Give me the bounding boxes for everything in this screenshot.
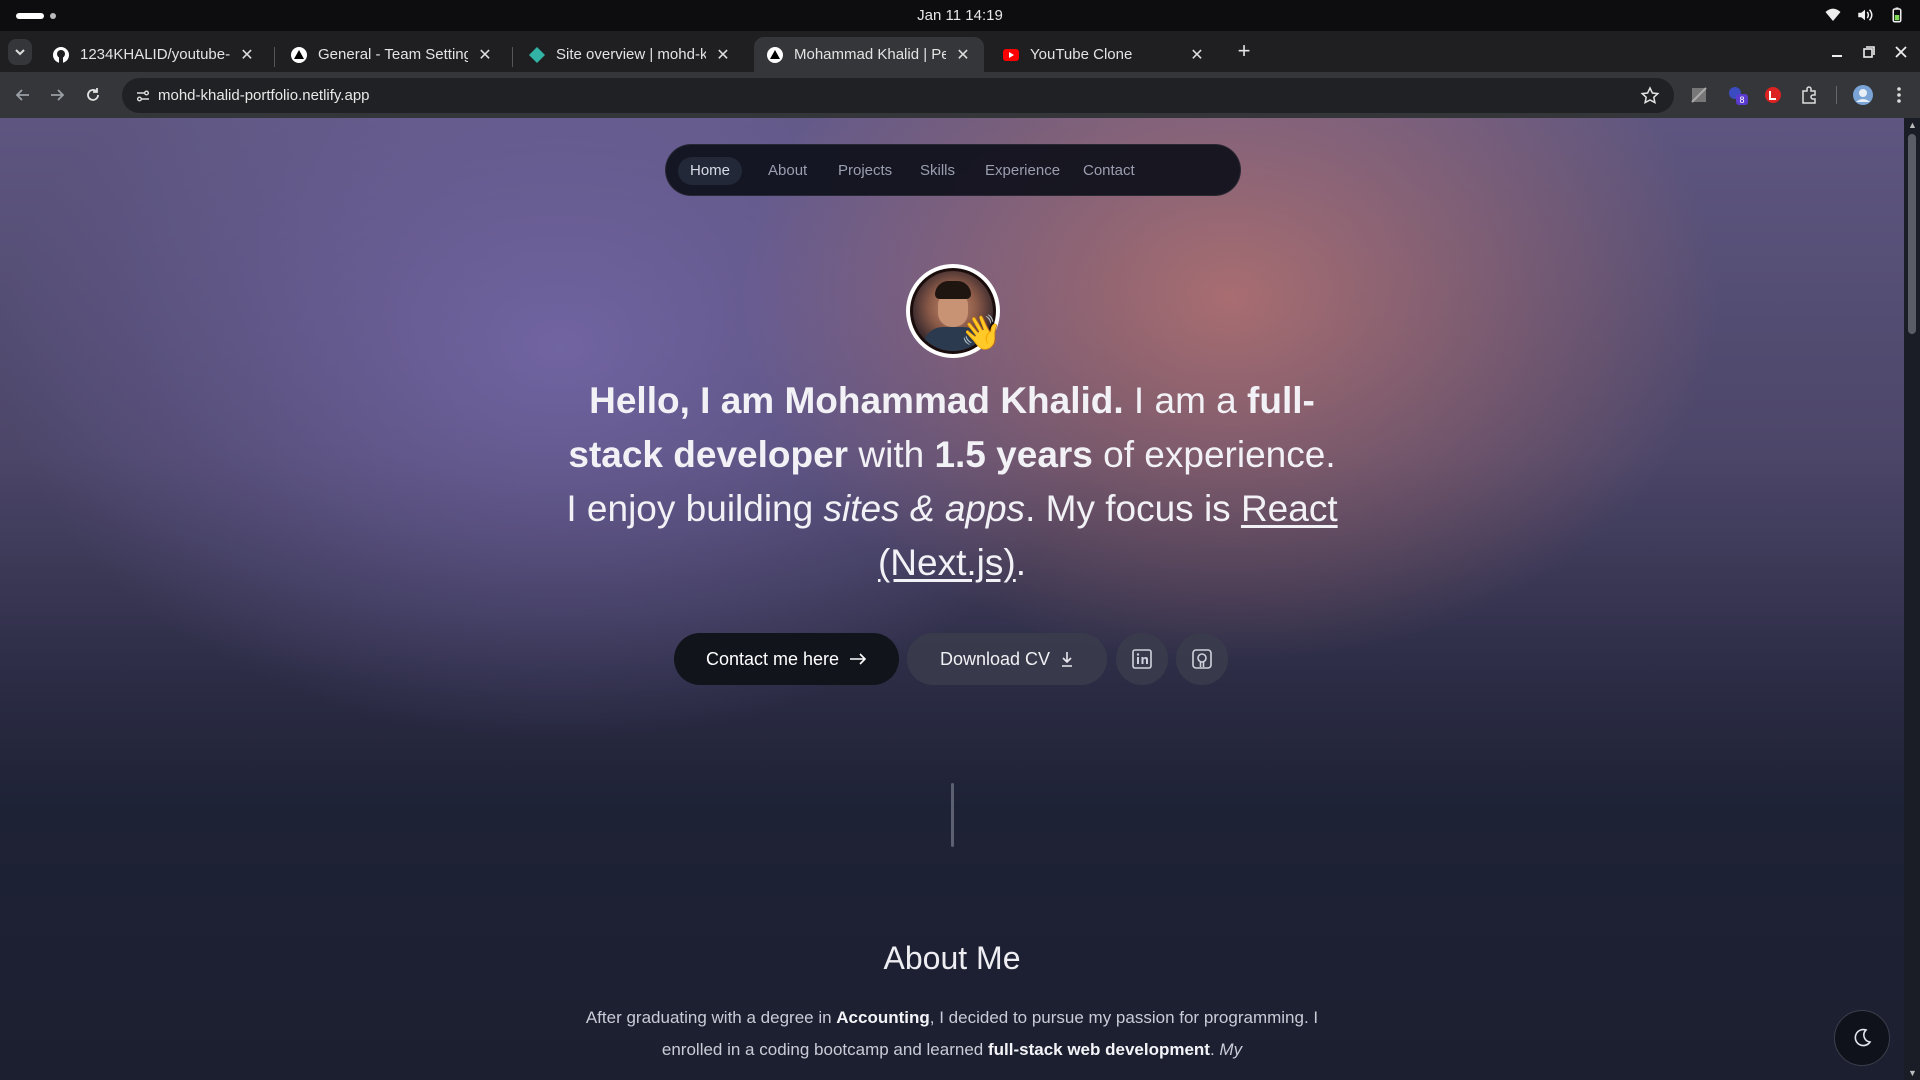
arrow-right-icon <box>850 653 867 665</box>
github-button[interactable] <box>1176 633 1228 685</box>
scroll-down-icon[interactable]: ▼ <box>1908 1068 1917 1078</box>
url-text[interactable]: mohd-khalid-portfolio.netlify.app <box>158 87 370 104</box>
section-divider-line <box>951 783 954 847</box>
minimize-icon[interactable] <box>1826 41 1848 63</box>
download-cv-button[interactable]: Download CV <box>907 633 1107 685</box>
about-text: After graduating with a degree in <box>585 1008 837 1027</box>
about-text-italic: My <box>1219 1040 1243 1059</box>
browser-toolbar: mohd-khalid-portfolio.netlify.app 8 <box>0 72 1920 118</box>
tab-portfolio[interactable]: Mohammad Khalid | Pers ✕ <box>754 37 984 72</box>
about-fullstack: full-stack web development <box>987 1040 1210 1059</box>
github-square-icon <box>1192 649 1212 669</box>
extension-red-icon[interactable] <box>1762 84 1784 106</box>
extensions-puzzle-icon[interactable] <box>1798 84 1820 106</box>
about-paragraph: After graduating with a degree in Accoun… <box>580 1002 1324 1066</box>
forward-icon[interactable] <box>46 84 68 106</box>
about-accounting: Accounting <box>836 1008 930 1027</box>
toolbar-divider <box>1836 86 1837 104</box>
tab-title: 1234KHALID/youtube-cl <box>80 46 230 63</box>
bookmark-star-icon[interactable] <box>1640 86 1660 106</box>
headline-sites-apps: sites & apps <box>823 488 1026 529</box>
headline-text: with <box>848 434 935 475</box>
headline-text: . <box>1015 542 1026 583</box>
linkedin-button[interactable] <box>1116 633 1168 685</box>
about-heading: About Me <box>883 940 1021 976</box>
system-tray[interactable] <box>1824 6 1906 24</box>
scrollbar-thumb[interactable] <box>1908 134 1916 334</box>
nav-projects[interactable]: Projects <box>826 157 904 185</box>
tab-divider <box>274 47 275 67</box>
nav-contact[interactable]: Contact <box>1071 157 1147 185</box>
nav-skills[interactable]: Skills <box>908 157 967 185</box>
tab-title: YouTube Clone <box>1030 46 1133 63</box>
tab-strip: 1234KHALID/youtube-cl ✕ General - Team S… <box>0 31 1920 72</box>
headline-text: . My focus is <box>1025 488 1241 529</box>
vercel-icon <box>290 46 308 64</box>
github-icon <box>52 46 70 64</box>
close-tab-icon[interactable]: ✕ <box>476 46 494 64</box>
download-cv-label: Download CV <box>939 648 1051 669</box>
contact-me-button[interactable]: Contact me here <box>674 633 899 685</box>
tab-search-button[interactable] <box>8 39 32 65</box>
scroll-up-icon[interactable]: ▲ <box>1908 120 1917 130</box>
tab-youtube-clone[interactable]: YouTube Clone ✕ <box>990 37 1218 72</box>
tab-vercel-settings[interactable]: General - Team Settings ✕ <box>278 37 506 72</box>
extension-square-icon[interactable] <box>1688 84 1710 106</box>
back-icon[interactable] <box>12 84 34 106</box>
youtube-icon <box>1002 46 1020 64</box>
nav-home[interactable]: Home <box>678 157 743 185</box>
restore-icon[interactable] <box>1858 41 1880 63</box>
tab-title: General - Team Settings <box>318 46 468 63</box>
browser-menu-icon[interactable] <box>1888 84 1910 106</box>
tab-title: Mohammad Khalid | Pers <box>794 46 946 63</box>
portfolio-page: Home About Projects Skills Experience Co… <box>0 118 1904 1080</box>
vercel-icon <box>766 46 784 64</box>
tab-title: Site overview | mohd-kha <box>556 46 706 63</box>
about-text: . <box>1209 1040 1220 1059</box>
profile-avatar-icon[interactable] <box>1852 84 1874 106</box>
headline-name: Hello, I am Mohammad Khalid. <box>589 380 1124 421</box>
wifi-icon <box>1825 8 1841 21</box>
contact-me-label: Contact me here <box>705 648 840 669</box>
download-icon <box>1062 652 1073 667</box>
headline-text: I am a <box>1123 380 1248 421</box>
close-tab-icon[interactable]: ✕ <box>1188 46 1206 64</box>
site-nav: Home About Projects Skills Experience Co… <box>665 144 1241 196</box>
theme-toggle-button[interactable] <box>1834 1010 1890 1066</box>
os-top-bar: Jan 11 14:19 <box>0 0 1920 31</box>
hero-headline: Hello, I am Mohammad Khalid. I am a full… <box>560 374 1344 590</box>
moon-icon <box>1854 1028 1872 1047</box>
extension-badge-count: 8 <box>1739 95 1744 105</box>
close-tab-icon[interactable]: ✕ <box>238 46 256 64</box>
tab-divider <box>512 47 513 67</box>
nav-experience[interactable]: Experience <box>973 157 1072 185</box>
page-scrollbar[interactable]: ▲ ▼ <box>1904 118 1920 1080</box>
headline-years: 1.5 years <box>934 434 1093 475</box>
linkedin-icon <box>1132 649 1152 669</box>
chevron-down-icon <box>15 49 25 56</box>
site-info-icon[interactable] <box>134 87 152 105</box>
close-window-icon[interactable] <box>1890 41 1912 63</box>
system-clock[interactable]: Jan 11 14:19 <box>0 7 1920 24</box>
volume-icon <box>1858 9 1873 21</box>
close-tab-icon[interactable]: ✕ <box>954 46 972 64</box>
wave-emoji: 👋 <box>960 314 1003 352</box>
battery-icon <box>1892 7 1902 23</box>
tab-netlify[interactable]: Site overview | mohd-kha ✕ <box>516 37 744 72</box>
reload-icon[interactable] <box>82 84 104 106</box>
extension-badge-icon[interactable]: 8 <box>1726 84 1748 106</box>
address-bar[interactable]: mohd-khalid-portfolio.netlify.app <box>122 78 1674 113</box>
netlify-icon <box>528 46 546 64</box>
new-tab-button[interactable]: + <box>1232 40 1256 64</box>
close-tab-icon[interactable]: ✕ <box>714 46 732 64</box>
tab-github[interactable]: 1234KHALID/youtube-cl ✕ <box>40 37 268 72</box>
nav-about[interactable]: About <box>756 157 819 185</box>
